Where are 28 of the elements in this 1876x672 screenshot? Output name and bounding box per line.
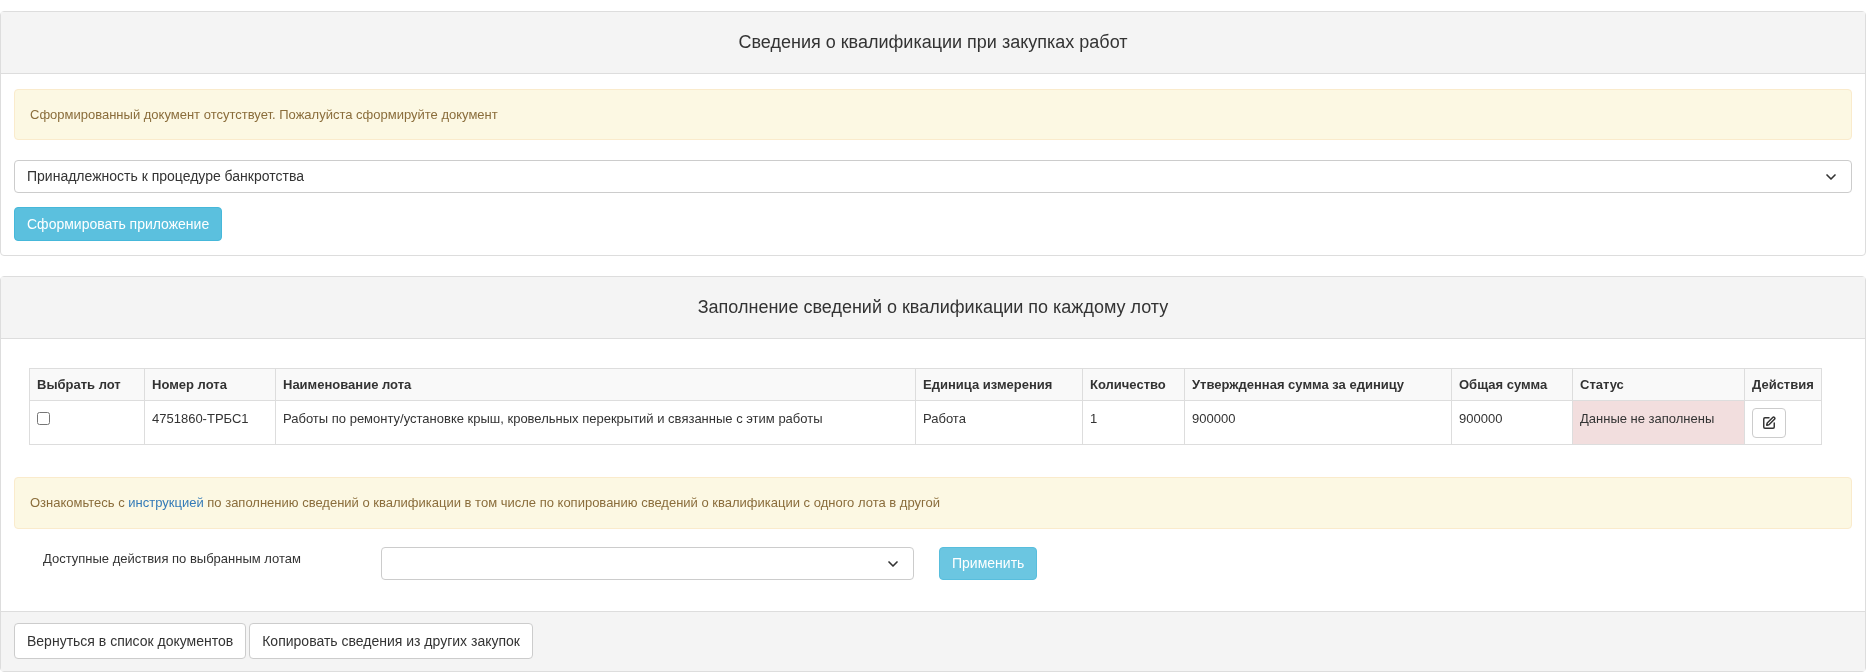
column-header: Единица измерения [915, 368, 1083, 401]
table-cell: 900000 [1451, 400, 1573, 445]
column-header: Наименование лота [275, 368, 916, 401]
panel-title: Сведения о квалификации при закупках работ [738, 31, 1128, 54]
lot-checkbox[interactable] [37, 412, 50, 425]
column-header: Количество [1082, 368, 1185, 401]
column-header: Действия [1744, 368, 1822, 401]
column-header: Утвержденная сумма за единицу [1184, 368, 1452, 401]
edit-icon [1762, 416, 1776, 430]
alert-text: Сформированный документ отсутствует. Пожалуйста сформируйте документ [30, 105, 498, 124]
table-cell: Работы по ремонту/установке крыш, кровельных перекрытий и связанные с этим работы [275, 400, 916, 445]
column-header: Статус [1572, 368, 1745, 401]
table-cell: Работа [915, 400, 1083, 445]
alert-text: Ознакомьтесь с инструкцией по заполнению сведений о квалификации в том числе по копированию сведений о квалификации с одного лота в другой [30, 494, 940, 513]
table-cell: 1 [1082, 400, 1185, 445]
column-header: Общая сумма [1451, 368, 1573, 401]
edit-button[interactable] [1752, 408, 1786, 438]
footer-button[interactable]: Вернуться в список документов [14, 623, 247, 659]
actions-label: Доступные действия по выбранным лотам [43, 550, 302, 568]
footer-button[interactable]: Копировать сведения из других закупок [249, 623, 533, 659]
table-cell: 4751860-ТРБС1 [144, 400, 276, 445]
instruction-link[interactable]: инструкцией [128, 495, 204, 511]
status-cell: Данные не заполнены [1572, 400, 1745, 445]
column-header: Выбрать лот [29, 368, 145, 401]
panel-title: Заполнение сведений о квалификации по каждому лоту [697, 296, 1169, 319]
column-header: Номер лота [144, 368, 276, 401]
procedure-select[interactable]: Принадлежность к процедуре банкротства [14, 160, 1852, 193]
table-cell: 900000 [1184, 400, 1452, 445]
